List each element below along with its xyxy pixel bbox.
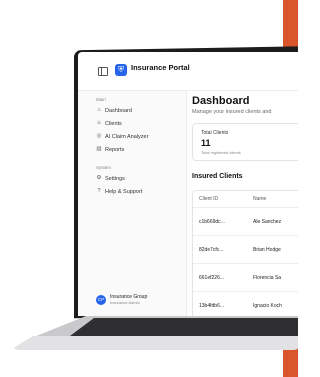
ai-icon: ◎ bbox=[96, 132, 102, 139]
sidebar-item-label: Clients bbox=[105, 120, 122, 127]
table-divider bbox=[193, 235, 298, 236]
help-icon: ? bbox=[97, 187, 101, 194]
column-header-name[interactable]: Name bbox=[253, 196, 266, 202]
sidebar-item-clients[interactable]: ☺ Clients bbox=[96, 119, 122, 128]
sidebar-item-settings[interactable]: ⚙ Settings bbox=[96, 174, 125, 183]
table-divider bbox=[193, 207, 298, 208]
gear-icon: ⚙ bbox=[96, 174, 102, 181]
client-id-cell: 661ef226... bbox=[199, 275, 225, 281]
table-divider bbox=[193, 291, 298, 292]
laptop-scene: ⛨ Insurance Portal Main ⌂ Dashboard ☺ Cl… bbox=[0, 0, 298, 377]
stat-caption: Total registered clients bbox=[201, 150, 241, 155]
section-label-main: Main bbox=[96, 97, 106, 102]
users-icon: ☺ bbox=[96, 119, 102, 126]
client-name-cell: Ignacio Koch bbox=[253, 303, 282, 309]
org-role: Insurance Admin bbox=[110, 300, 140, 305]
account-footer[interactable]: CP Insurance Group Insurance Admin bbox=[96, 294, 147, 305]
main-content: Dashboard Manage your insured clients an… bbox=[192, 91, 298, 316]
top-bar: ⛨ Insurance Portal bbox=[78, 52, 298, 91]
sidebar-item-help-support[interactable]: ? Help & Support bbox=[96, 187, 142, 196]
laptop-front-edge bbox=[10, 336, 298, 350]
sidebar-item-label: Settings bbox=[105, 175, 125, 182]
column-header-client-id[interactable]: Client ID bbox=[199, 196, 218, 202]
avatar: CP bbox=[96, 294, 106, 305]
client-id-cell: 13b4fdb6... bbox=[199, 303, 225, 309]
client-id-cell: 82de7cfc... bbox=[199, 247, 224, 253]
client-id-cell: c1b669dc... bbox=[199, 219, 225, 225]
chart-icon: ▥ bbox=[96, 145, 102, 152]
sidebar-toggle-icon[interactable] bbox=[98, 67, 108, 76]
sidebar: Main ⌂ Dashboard ☺ Clients ◎ AI Claim An… bbox=[78, 91, 187, 316]
table-title: Insured Clients bbox=[192, 173, 243, 180]
client-name-cell: Florencia Sa bbox=[253, 275, 282, 281]
shield-icon: ⛨ bbox=[115, 64, 127, 76]
stat-card-total-clients: Total Clients 11 Total registered client… bbox=[192, 123, 298, 161]
table-divider bbox=[193, 263, 298, 264]
client-name-cell: Ale Sanchez bbox=[253, 219, 282, 225]
sidebar-item-dashboard[interactable]: ⌂ Dashboard bbox=[96, 106, 132, 115]
home-icon: ⌂ bbox=[97, 106, 101, 113]
laptop-keyboard bbox=[70, 318, 298, 336]
sidebar-item-label: Dashboard bbox=[105, 107, 132, 114]
sidebar-item-label: Reports bbox=[105, 146, 125, 153]
clients-table: Client ID Name c1b669dc... Ale Sanchez 8… bbox=[192, 190, 298, 316]
stat-value: 11 bbox=[201, 138, 211, 148]
page-subtitle: Manage your insured clients and bbox=[192, 109, 272, 115]
sidebar-item-reports[interactable]: ▥ Reports bbox=[96, 145, 124, 154]
sidebar-item-label: Help & Support bbox=[105, 188, 143, 195]
laptop-screen: ⛨ Insurance Portal Main ⌂ Dashboard ☺ Cl… bbox=[78, 52, 298, 316]
stat-label: Total Clients bbox=[201, 130, 229, 136]
page-title: Dashboard bbox=[192, 95, 250, 107]
app-title: Insurance Portal bbox=[131, 63, 190, 72]
sidebar-item-label: AI Claim Analyzer bbox=[105, 133, 149, 140]
section-label-system: System bbox=[96, 165, 112, 170]
sidebar-item-ai-claim-analyzer[interactable]: ◎ AI Claim Analyzer bbox=[96, 132, 149, 141]
client-name-cell: Brian Hodge bbox=[253, 247, 281, 253]
